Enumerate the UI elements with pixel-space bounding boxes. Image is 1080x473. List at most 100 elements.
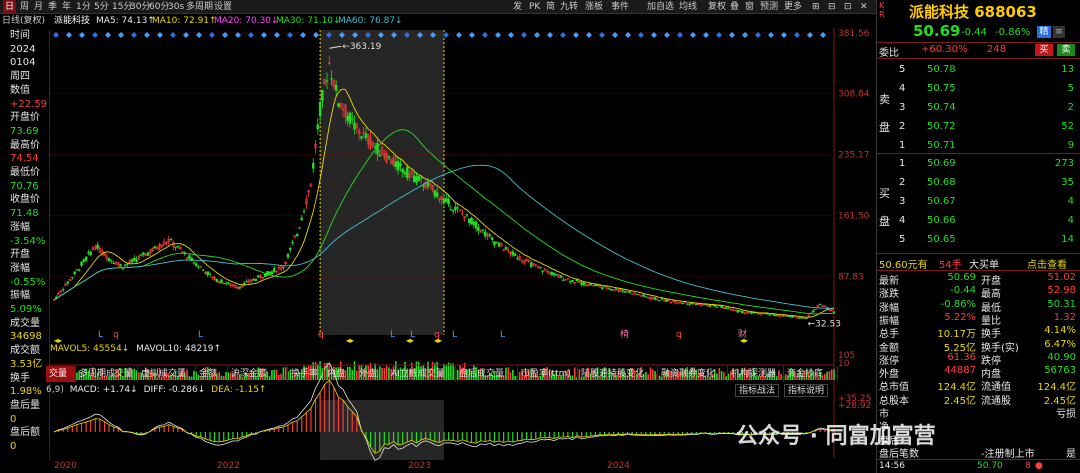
- tool-button-10[interactable]: 窗: [743, 0, 756, 14]
- candle-body: [621, 290, 625, 292]
- tool-button-3[interactable]: 九转: [558, 0, 580, 14]
- indicator-tab[interactable]: 资金抄底: [784, 366, 838, 382]
- bids-px[interactable]: 50.66: [927, 215, 956, 226]
- candle-body: [752, 312, 755, 314]
- diff-line: [453, 442, 458, 446]
- dea-line: [553, 436, 559, 439]
- indicator-tab[interactable]: 融资融券变化: [658, 366, 728, 382]
- tool-button-2[interactable]: 简: [544, 0, 557, 14]
- tool-button-4[interactable]: 涨板: [583, 0, 605, 14]
- asks-px[interactable]: 50.71: [927, 140, 956, 151]
- candle-body: [798, 317, 801, 319]
- indicator-tab[interactable]: 内盘: [324, 366, 356, 382]
- candle-body: [419, 177, 423, 179]
- asks-px[interactable]: 50.74: [927, 102, 956, 113]
- close-icon[interactable]: ✕: [858, 0, 870, 14]
- info-item: 71.48: [10, 208, 39, 220]
- tool-button-1[interactable]: PK: [527, 0, 542, 14]
- chart-type-label[interactable]: 日线(复权): [2, 14, 45, 28]
- period-tab-12[interactable]: 设置: [212, 0, 234, 14]
- indicator-tab[interactable]: 金额: [196, 366, 228, 382]
- indicator-tab[interactable]: 沪深金额: [228, 366, 288, 382]
- period-tab-3[interactable]: 季: [46, 0, 59, 14]
- info-item: 34698: [10, 331, 42, 343]
- tool-button-8[interactable]: 复权: [706, 0, 728, 14]
- candle-body: [516, 258, 519, 260]
- info-item: 5.09%: [10, 304, 42, 315]
- asks-lvl: 4: [899, 83, 906, 94]
- expand-icon[interactable]: ≡: [1053, 26, 1065, 38]
- event-diamond-icon: [248, 32, 254, 38]
- candle-body: [559, 275, 563, 278]
- bids-px[interactable]: 50.65: [927, 234, 956, 245]
- minimize-icon[interactable]: ⊟: [826, 0, 838, 14]
- stock-name-label: 派能科技: [54, 16, 91, 26]
- candle-body: [321, 89, 324, 102]
- indicator-tab[interactable]: AI立桩成交量: [388, 366, 456, 382]
- diff-line: [549, 439, 555, 441]
- big-order-link[interactable]: 点击查看: [1027, 256, 1067, 271]
- bids-px[interactable]: 50.68: [927, 177, 956, 188]
- indicator-tab[interactable]: 盘后成交量: [456, 366, 518, 382]
- indicator-tab[interactable]: 市盈率(ttm): [518, 366, 578, 382]
- buy-button[interactable]: 买: [1035, 44, 1053, 56]
- tool-button-7[interactable]: 均线: [677, 0, 699, 14]
- info-item: 涨幅: [10, 221, 30, 233]
- candle-body: [412, 175, 416, 183]
- sell-button[interactable]: 卖: [1057, 44, 1075, 56]
- candle-body: [227, 282, 230, 284]
- layout-icon[interactable]: ⊞: [810, 0, 822, 14]
- indicator-tab[interactable]: 换手率: [288, 366, 324, 382]
- tool-button-5[interactable]: 事件: [609, 0, 631, 14]
- asks-lvl: 3: [899, 102, 906, 113]
- indicator-tab[interactable]: 陆股通持股变化: [578, 366, 658, 382]
- stat-cell: 50.31: [1047, 298, 1076, 310]
- candle-body: [653, 297, 657, 300]
- candle-body: [596, 285, 599, 287]
- candle-body: [73, 271, 76, 275]
- bids-px[interactable]: 50.67: [927, 196, 956, 207]
- ma10-label: MA10: 72.91↑: [152, 16, 217, 26]
- candle-body: [346, 116, 349, 121]
- event-marker: L: [98, 330, 103, 340]
- stat-cell: 40.90: [1047, 351, 1076, 363]
- window-icon[interactable]: ⊡: [842, 0, 854, 14]
- indicator-tab[interactable]: 虚拟成交量: [138, 366, 196, 382]
- tool-button-6[interactable]: 加自选: [645, 0, 676, 14]
- asks-px[interactable]: 50.72: [927, 121, 956, 132]
- tool-button-11[interactable]: 预测: [758, 0, 780, 14]
- event-diamond-icon: [235, 32, 241, 38]
- candle-body: [197, 266, 200, 268]
- period-tab-0[interactable]: 日: [3, 0, 17, 14]
- info-item: 收盘价: [10, 194, 40, 206]
- candle-body: [470, 217, 473, 225]
- tool-button-12[interactable]: 更多: [782, 0, 804, 14]
- event-diamond-icon: [768, 32, 774, 38]
- period-tab-5[interactable]: 1分: [74, 0, 93, 14]
- event-marker: q: [676, 330, 682, 340]
- diff-line: [503, 443, 509, 447]
- fine-tag[interactable]: 精: [1037, 26, 1051, 38]
- period-tab-6[interactable]: 5分: [92, 0, 111, 14]
- tool-button-9[interactable]: 叠: [728, 0, 741, 14]
- info-item: 70.76: [10, 180, 39, 192]
- period-tab-11[interactable]: 多周期: [184, 0, 215, 14]
- candle-body: [449, 209, 453, 211]
- asks-px[interactable]: 50.75: [927, 83, 956, 94]
- tool-button-0[interactable]: 发: [511, 0, 524, 14]
- indicator-strategy-button[interactable]: 指标战法: [735, 384, 780, 397]
- candle-body: [447, 199, 450, 205]
- period-tab-2[interactable]: 月: [32, 0, 45, 14]
- indicator-tab[interactable]: 机构探测器: [728, 366, 784, 382]
- kline-chart[interactable]: 381.56 308.84 235.17 161.50 87.83 ←363.19 ←32.…: [50, 28, 876, 473]
- indicator-tab[interactable]: 交量: [46, 366, 76, 382]
- candle-body: [786, 315, 790, 317]
- period-tab-4[interactable]: 年: [60, 0, 73, 14]
- indicator-help-button[interactable]: 指标说明: [784, 384, 829, 397]
- asks-px[interactable]: 50.78: [927, 64, 956, 75]
- period-tab-1[interactable]: 周: [18, 0, 31, 14]
- indicator-tab[interactable]: 多周期成交量: [76, 366, 138, 382]
- bids-px[interactable]: 50.69: [927, 158, 956, 169]
- candle-body: [142, 252, 145, 255]
- indicator-tab[interactable]: 外盘: [356, 366, 388, 382]
